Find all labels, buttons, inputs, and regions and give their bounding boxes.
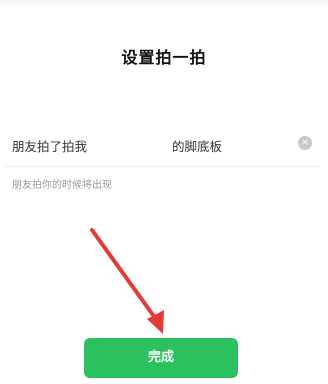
done-button[interactable]: 完成 [84,338,238,378]
annotation-arrow-icon [90,228,164,334]
